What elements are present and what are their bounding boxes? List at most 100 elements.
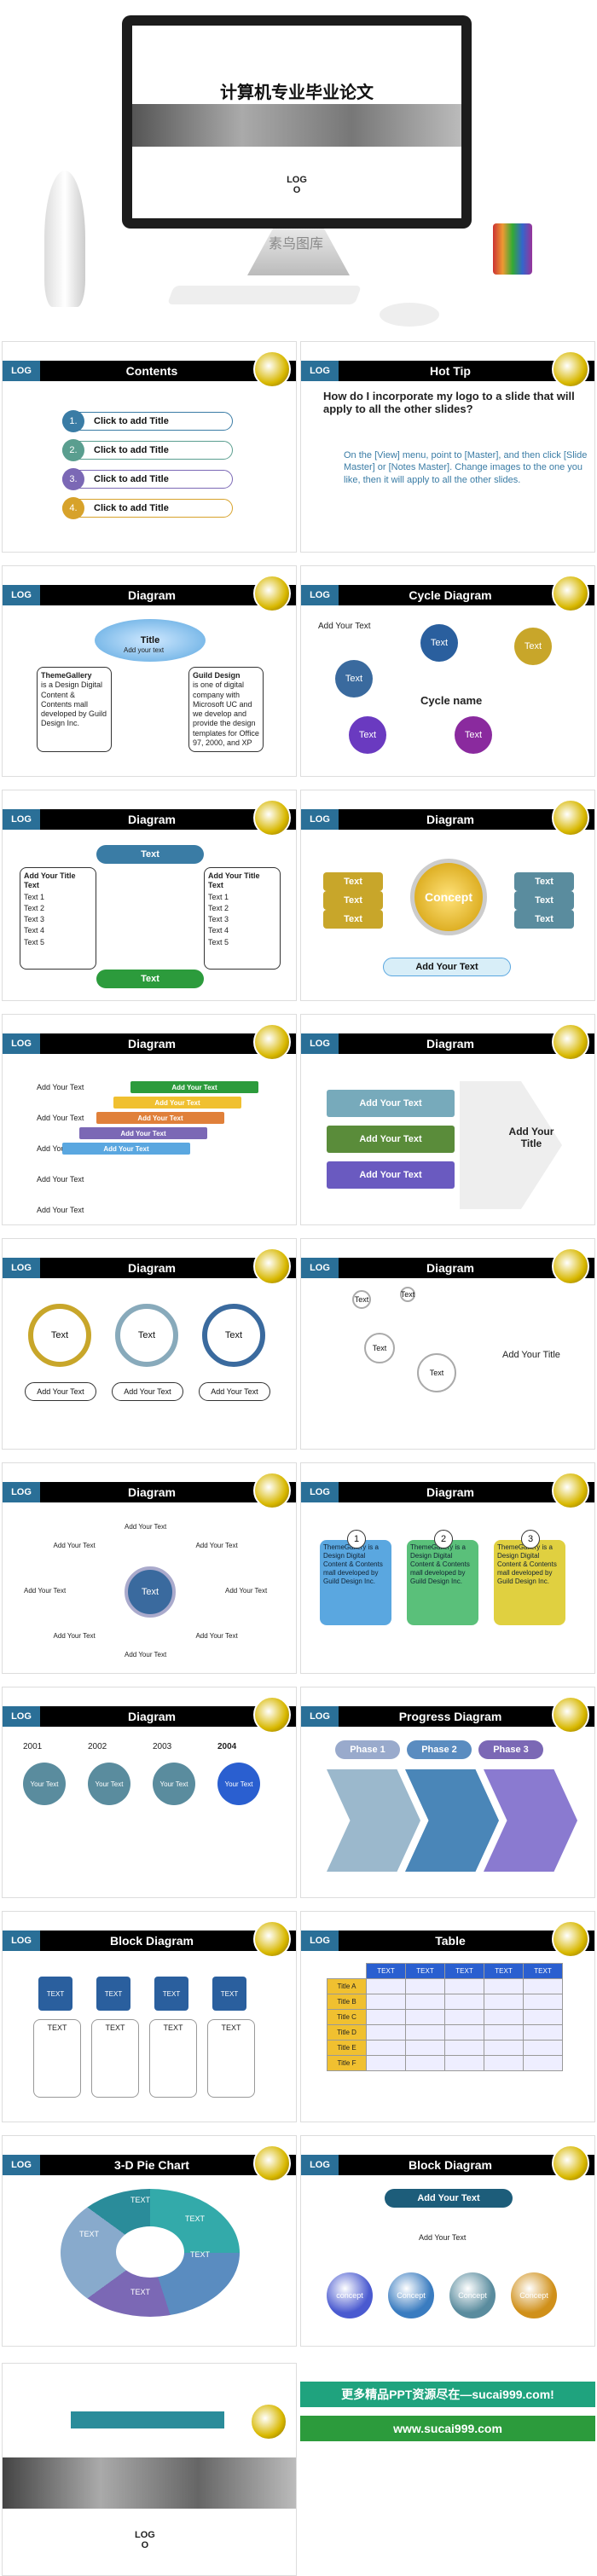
step-label: Add Your Text: [37, 1206, 84, 1214]
table-cell[interactable]: [523, 2024, 563, 2041]
phase-label: Phase 1: [335, 1740, 400, 1759]
step-label: Add Your Text: [37, 1083, 84, 1091]
concept-ball: Concept: [511, 2272, 557, 2318]
table-cell[interactable]: [523, 2040, 563, 2056]
table-header-cell: TEXT: [444, 1963, 484, 1979]
concept-ball: Concept: [388, 2272, 434, 2318]
table-cell[interactable]: [444, 1978, 484, 1994]
list-box-title: Add Your Title Text: [208, 871, 260, 890]
table-cell[interactable]: [523, 2055, 563, 2071]
table-cell[interactable]: [523, 2009, 563, 2025]
year-key: Your Text: [217, 1763, 260, 1805]
text-block: TEXT: [33, 2019, 81, 2098]
slide-logo: LOG: [3, 1033, 40, 1054]
left-stack-disc: Text: [323, 891, 383, 910]
step-bar: Add Your Text: [130, 1081, 258, 1093]
slide-15: LOG Block Diagram TEXT TEXT TEXT TEXT TEXT TEXT…: [2, 1911, 297, 2122]
spoke-label: Add Your Text: [53, 1632, 96, 1641]
card: ThemeGallery is a Design Digital Content…: [494, 1540, 565, 1625]
contents-number: 3.: [62, 468, 84, 490]
slide-title: Contents: [125, 364, 178, 378]
slide-logo: LOG: [3, 585, 40, 605]
slide-logo: LOG: [301, 361, 339, 381]
table-cell[interactable]: [405, 2009, 445, 2025]
table-cell[interactable]: [484, 1978, 524, 1994]
globe-icon: [253, 1247, 291, 1285]
slide-logo: LOG: [301, 809, 339, 830]
promo-line-2[interactable]: www.sucai999.com: [300, 2416, 595, 2441]
table-cell[interactable]: [523, 1978, 563, 1994]
slide-title: Diagram: [426, 1485, 475, 1499]
slide-title: Block Diagram: [109, 1934, 194, 1948]
contents-item[interactable]: Click to add Title: [62, 499, 233, 518]
slide-title: Diagram: [127, 1261, 177, 1275]
table-cell[interactable]: [405, 2055, 445, 2071]
phase-label: Phase 2: [407, 1740, 472, 1759]
promo-banner[interactable]: 更多精品PPT资源尽在—sucai999.com! www.sucai999.c…: [300, 2363, 595, 2465]
table-cell[interactable]: [366, 2055, 406, 2071]
phase-label: Phase 3: [478, 1740, 543, 1759]
table-cell[interactable]: [484, 2024, 524, 2041]
globe-icon: [552, 2145, 589, 2182]
bubble-title: Add Your Title: [502, 1350, 560, 1360]
right-box-head: Guild Design: [193, 671, 241, 680]
table-cell[interactable]: [405, 1978, 445, 1994]
globe-icon: [253, 350, 291, 388]
globe-icon: [253, 1472, 291, 1509]
slide-6: LOG Diagram Concept Add Your Text Text Text Te…: [300, 790, 595, 1001]
monitor-screen: 计算机专业毕业论文 LOG O: [132, 26, 461, 218]
table-cell[interactable]: [444, 1994, 484, 2010]
list-item: Text 2: [24, 903, 45, 912]
table-row-title: Title D: [327, 2024, 367, 2041]
contents-item[interactable]: Click to add Title: [62, 441, 233, 460]
list-item: Text 3: [208, 915, 229, 923]
table-cell[interactable]: [405, 2024, 445, 2041]
table-row-title: Title F: [327, 2055, 367, 2071]
contents-item[interactable]: Click to add Title: [62, 412, 233, 431]
right-stack-disc: Text: [514, 872, 574, 891]
left-box: ThemeGallery is a Design Digital Content …: [37, 667, 112, 752]
year-label: 2001: [23, 1742, 43, 1751]
table-cell[interactable]: [484, 2040, 524, 2056]
cycle-node: Text: [335, 660, 373, 698]
add-text-bar[interactable]: Add Your Text: [383, 958, 511, 976]
ring: Text: [28, 1304, 91, 1367]
right-stack-disc: Text: [514, 891, 574, 910]
globe-icon: [552, 1023, 589, 1061]
slide-13: LOG Diagram 2001 Your Text 2002 Your Text 2003…: [2, 1687, 297, 1898]
table-cell[interactable]: [444, 2009, 484, 2025]
slide-11: LOG Diagram Text Add Your Text Add Your Text…: [2, 1462, 297, 1674]
top-text-bar: Add Your Text: [385, 2189, 513, 2208]
slide-logo: LOG: [301, 1033, 339, 1054]
table-cell[interactable]: [366, 2024, 406, 2041]
table-cell[interactable]: [484, 1994, 524, 2010]
globe-icon: [552, 799, 589, 836]
diamond-block: TEXT: [212, 1977, 246, 2011]
table-cell[interactable]: [523, 1994, 563, 2010]
table-cell[interactable]: [366, 2040, 406, 2056]
table-cell[interactable]: [366, 1978, 406, 1994]
pie-label: TEXT: [190, 2250, 211, 2259]
table-cell[interactable]: [484, 2055, 524, 2071]
phase-chevron: [327, 1769, 420, 1872]
table-cell[interactable]: [484, 2009, 524, 2025]
table-cell[interactable]: [444, 2055, 484, 2071]
table-cell[interactable]: [444, 2040, 484, 2056]
arrow-title: Add Your Title: [508, 1126, 554, 1149]
left-stack-disc: Text: [323, 872, 383, 891]
list-item: Text 1: [24, 892, 45, 901]
list-box: Add Your Title Text Text 1 Text 2 Text 3 Tex…: [20, 867, 96, 970]
table-cell[interactable]: [366, 1994, 406, 2010]
slide-logo: LOG: [301, 1482, 339, 1502]
table-cell[interactable]: [405, 2040, 445, 2056]
slide-logo: LOG: [301, 585, 339, 605]
slide-title: Block Diagram: [408, 2158, 493, 2172]
table-cell[interactable]: [405, 1994, 445, 2010]
bottom-bar-label: Text: [96, 970, 204, 988]
table-cell[interactable]: [366, 2009, 406, 2025]
table-cell[interactable]: [444, 2024, 484, 2041]
promo-line-1[interactable]: 更多精品PPT资源尽在—sucai999.com!: [300, 2382, 595, 2407]
pie-label: TEXT: [79, 2230, 100, 2238]
list-item: Text 2: [208, 903, 229, 912]
contents-item[interactable]: Click to add Title: [62, 470, 233, 489]
